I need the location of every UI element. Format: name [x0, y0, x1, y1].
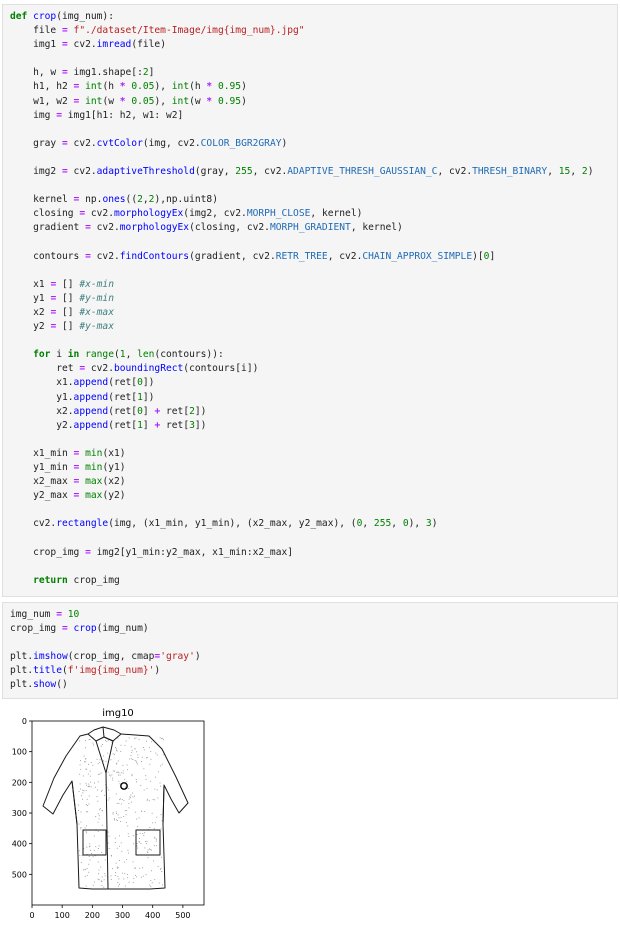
code-cell-run-crop[interactable]: img_num = 10 crop_img = crop(img_num) pl…: [2, 602, 618, 699]
image-display: [31, 720, 205, 906]
x-tick-label: 500: [175, 911, 190, 920]
plot-figure: img10 0 100 200 300 400 500 0 100 200 300 400 500: [12, 708, 205, 920]
y-tick-label: 0: [22, 717, 27, 726]
x-axis-ticks: 0 100 200 300 400 500: [29, 905, 191, 920]
code-editor[interactable]: def crop(img_num): file = f"./dataset/It…: [3, 5, 617, 593]
x-tick-label: 0: [29, 911, 34, 920]
code-cell-crop-function[interactable]: def crop(img_num): file = f"./dataset/It…: [2, 4, 618, 597]
y-tick-label: 400: [12, 840, 27, 849]
output-area: img10 0 100 200 300 400 500 0 100 200 300 400 500: [0, 703, 215, 925]
y-axis-ticks: 0 100 200 300 400 500: [12, 717, 32, 879]
x-tick-label: 200: [85, 911, 100, 920]
y-tick-label: 200: [12, 778, 27, 787]
x-tick-label: 100: [55, 911, 70, 920]
plot-title: img10: [102, 708, 134, 719]
x-tick-label: 400: [145, 911, 160, 920]
y-tick-label: 300: [12, 809, 27, 818]
y-tick-label: 500: [12, 870, 27, 879]
x-tick-label: 300: [115, 911, 130, 920]
code-editor[interactable]: img_num = 10 crop_img = crop(img_num) pl…: [3, 603, 617, 698]
y-tick-label: 100: [12, 748, 27, 757]
image-frame: [31, 720, 205, 906]
